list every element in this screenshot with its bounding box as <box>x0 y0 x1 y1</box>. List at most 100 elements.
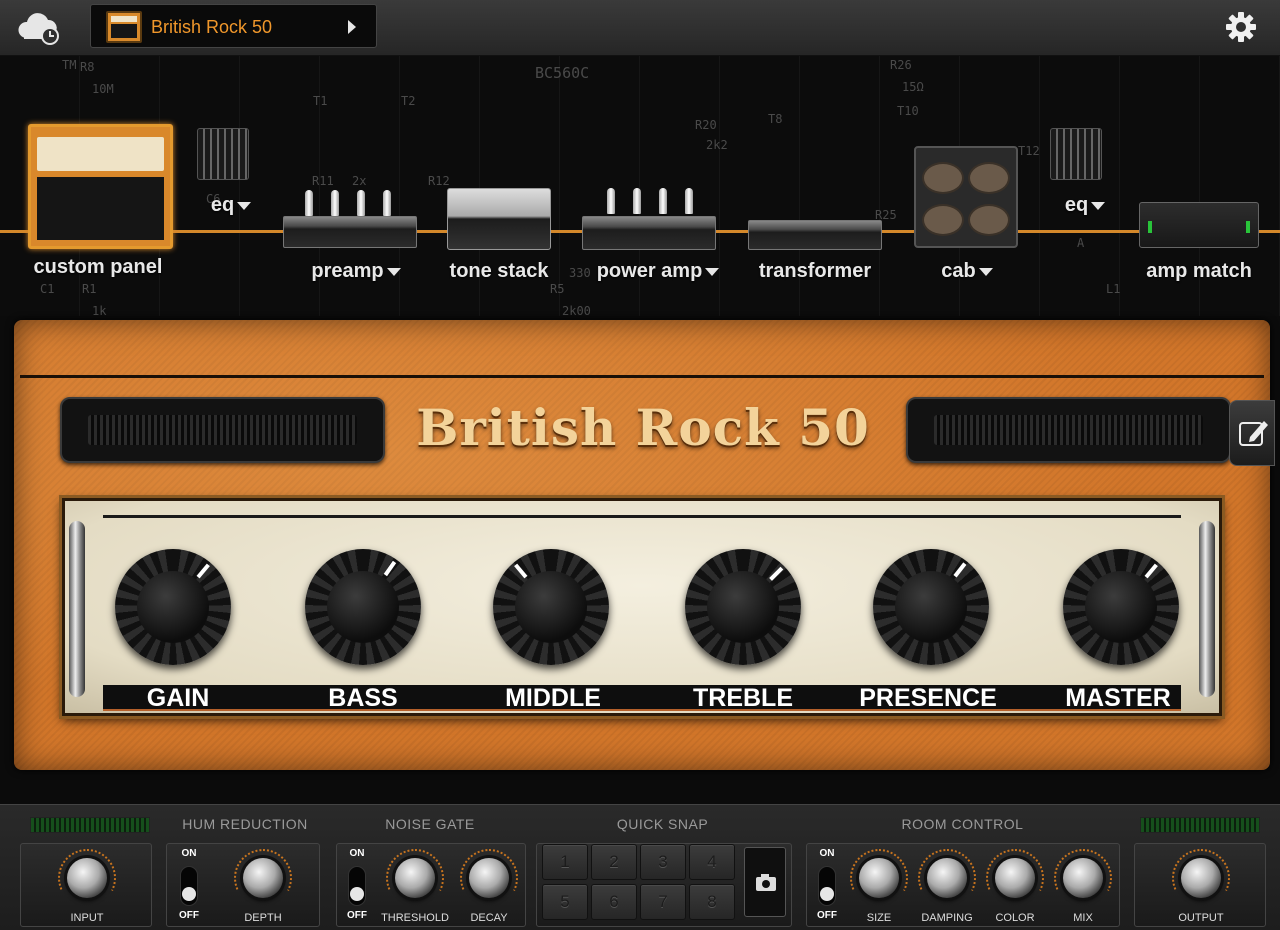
schematic-label: R5 <box>550 282 565 296</box>
signal-chain-area: TM R8 10M BC560C T1 T2 R11 2x R12 R20 2k… <box>0 56 1280 318</box>
dropdown-caret-icon <box>1091 201 1106 210</box>
chain-label-amp-match[interactable]: amp match <box>1132 260 1266 283</box>
knob-label-gain: GAIN <box>146 684 210 712</box>
knob-label-presence: PRESENCE <box>859 684 997 712</box>
input-knob[interactable] <box>67 858 107 898</box>
schematic-label: 2k00 <box>562 304 591 318</box>
schematic-label: T8 <box>768 112 783 126</box>
damping-knob[interactable] <box>927 858 967 898</box>
knob-label-strip: GAIN BASS MIDDLE TREBLE PRESENCE MASTER <box>103 685 1181 711</box>
control-label-decay: DECAY <box>470 912 508 924</box>
knob-label-middle: MIDDLE <box>505 684 601 712</box>
quick-snap-slot-2[interactable]: 2 <box>591 844 637 880</box>
output-knob[interactable] <box>1181 858 1221 898</box>
eq-module-icon[interactable] <box>197 128 249 180</box>
cab-module[interactable] <box>914 146 1018 248</box>
knob-label-treble: TREBLE <box>693 684 793 712</box>
schematic-label: 2k2 <box>706 138 728 152</box>
amp-thumbnail-icon <box>106 11 142 43</box>
preset-selector[interactable]: British Rock 50 <box>90 4 377 48</box>
chain-label-eq[interactable]: eq <box>196 194 266 217</box>
power-amp-module[interactable] <box>582 216 716 250</box>
decay-knob[interactable] <box>469 858 509 898</box>
control-label-input: INPUT <box>70 912 104 924</box>
quick-snap-slot-7[interactable]: 7 <box>640 884 686 920</box>
knob-label-master: MASTER <box>1065 684 1171 712</box>
section-title-hum-reduction: HUM REDUCTION <box>182 816 308 832</box>
schematic-label: 2x <box>352 174 367 188</box>
schematic-label: 15Ω <box>902 80 924 94</box>
treble-knob[interactable] <box>681 545 805 669</box>
chain-label-tone-stack[interactable]: tone stack <box>440 260 558 283</box>
camera-icon <box>756 874 776 891</box>
quick-snap-slot-3[interactable]: 3 <box>640 844 686 880</box>
schematic-label: R11 <box>312 174 334 188</box>
dropdown-caret-icon <box>705 267 720 276</box>
preamp-tubes-icon <box>305 190 391 216</box>
size-knob[interactable] <box>859 858 899 898</box>
cloud-icon[interactable] <box>18 10 62 46</box>
quick-snap-slot-6[interactable]: 6 <box>591 884 637 920</box>
schematic-label: C1 <box>40 282 55 296</box>
play-arrow-icon[interactable] <box>348 20 356 34</box>
dropdown-caret-icon <box>237 201 252 210</box>
hum-reduction-toggle[interactable]: ON OFF <box>171 844 207 928</box>
toggle-off-label: OFF <box>179 910 199 921</box>
schematic-label: 1k <box>92 304 107 318</box>
knob-label-bass: BASS <box>328 684 398 712</box>
threshold-knob[interactable] <box>395 858 435 898</box>
amp-custom-panel: British Rock 50 GAIN BASS MIDDLE TREBLE … <box>14 320 1275 770</box>
noise-gate-panel: ON OFF THRESHOLD DECAY <box>336 843 526 927</box>
control-faceplate: GAIN BASS MIDDLE TREBLE PRESENCE MASTER <box>62 498 1222 716</box>
amp-match-module[interactable] <box>1139 202 1259 248</box>
input-panel: INPUT <box>20 843 152 927</box>
schematic-label: T2 <box>401 94 416 108</box>
depth-knob[interactable] <box>243 858 283 898</box>
output-panel: OUTPUT <box>1134 843 1266 927</box>
schematic-label: R8 <box>80 60 95 74</box>
bass-knob[interactable] <box>301 545 425 669</box>
dropdown-caret-icon <box>978 267 993 276</box>
quick-snap-slot-4[interactable]: 4 <box>689 844 735 880</box>
toggle-on-label: ON <box>819 848 835 859</box>
quick-snap-slot-1[interactable]: 1 <box>542 844 588 880</box>
chain-label-power-amp[interactable]: power amp <box>588 260 728 283</box>
chrome-handle-right <box>1199 521 1215 697</box>
chain-label-transformer[interactable]: transformer <box>748 260 882 283</box>
schematic-label: BC560C <box>535 64 590 82</box>
chain-label-preamp[interactable]: preamp <box>296 260 416 283</box>
master-knob[interactable] <box>1059 545 1183 669</box>
chain-label-eq-post[interactable]: eq <box>1050 194 1120 217</box>
transformer-module[interactable] <box>748 220 882 250</box>
faceplate-line <box>103 515 1181 518</box>
dropdown-caret-icon <box>386 267 401 276</box>
preamp-module[interactable] <box>283 216 417 248</box>
chain-label-custom-panel[interactable]: custom panel <box>28 256 168 279</box>
quick-snap-slot-5[interactable]: 5 <box>542 884 588 920</box>
quick-snap-slot-8[interactable]: 8 <box>689 884 735 920</box>
gain-knob[interactable] <box>111 545 235 669</box>
schematic-label: R20 <box>695 118 717 132</box>
middle-knob[interactable] <box>489 545 613 669</box>
schematic-label: L1 <box>1106 282 1121 296</box>
schematic-label: T1 <box>313 94 328 108</box>
tone-stack-module[interactable] <box>447 188 551 250</box>
edit-panel-button[interactable] <box>1229 400 1275 466</box>
presence-knob[interactable] <box>869 545 993 669</box>
amp-title: British Rock 50 <box>416 398 870 457</box>
hum-reduction-panel: ON OFF DEPTH <box>166 843 320 927</box>
section-title-quick-snap: QUICK SNAP <box>616 816 709 832</box>
color-knob[interactable] <box>995 858 1035 898</box>
gear-icon[interactable] <box>1224 10 1258 44</box>
eq-module-icon[interactable] <box>1050 128 1102 180</box>
mix-knob[interactable] <box>1063 858 1103 898</box>
chain-label-cab[interactable]: cab <box>920 260 1014 283</box>
quick-snap-grid: 1 2 3 4 5 6 7 8 <box>540 842 740 924</box>
schematic-label: A <box>1077 236 1085 250</box>
chrome-handle-left <box>69 521 85 697</box>
snapshot-camera-button[interactable] <box>744 847 786 917</box>
vent-grille-right <box>906 397 1231 463</box>
preset-name: British Rock 50 <box>151 17 273 37</box>
custom-panel-module[interactable] <box>28 124 173 249</box>
section-title-noise-gate: NOISE GATE <box>385 816 475 832</box>
